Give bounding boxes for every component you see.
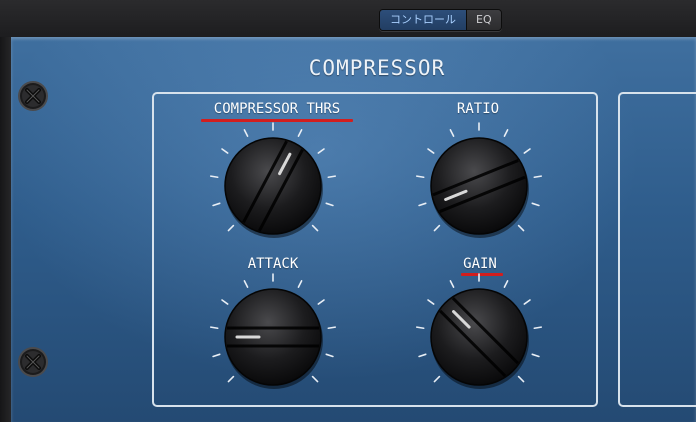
knob-tick	[209, 326, 219, 330]
attack-label: ATTACK	[247, 256, 299, 272]
gain-label: GAIN	[463, 256, 497, 272]
ratio-knob[interactable]	[414, 121, 544, 251]
ratio-label: RATIO	[456, 101, 500, 117]
screw-icon	[18, 347, 48, 377]
knob-tick	[415, 175, 425, 179]
knob-tick	[212, 202, 221, 207]
knob-tick	[533, 326, 543, 330]
knob-tick	[317, 299, 325, 305]
knob-tick	[327, 326, 337, 330]
knob-tick	[243, 280, 249, 288]
toolbar: コントロール EQ	[0, 0, 696, 38]
next-section-frame	[618, 92, 696, 407]
knob-tick	[311, 224, 319, 232]
knob-tick	[523, 148, 531, 154]
knob-tick	[517, 224, 525, 232]
knob-tick	[517, 375, 525, 383]
knob-tick	[449, 280, 455, 288]
knob-tick	[327, 175, 337, 179]
view-segmented-control: コントロール EQ	[379, 9, 502, 31]
tab-controls[interactable]: コントロール	[380, 10, 467, 30]
knob-tick	[433, 375, 441, 383]
knob-tick	[311, 375, 319, 383]
knob-tick	[531, 353, 540, 358]
knob-tick	[221, 148, 229, 154]
knob-tick	[297, 129, 303, 137]
knob-tick	[221, 299, 229, 305]
screw-icon	[18, 81, 48, 111]
tab-eq[interactable]: EQ	[467, 10, 501, 30]
compressor-thrs-knob[interactable]	[208, 121, 338, 251]
knob-tick	[227, 224, 235, 232]
left-edge	[0, 37, 11, 422]
knob-tick	[503, 129, 509, 137]
knob-tick	[418, 202, 427, 207]
knob-tick	[325, 353, 334, 358]
knob-tick	[523, 299, 531, 305]
knob-tick	[503, 280, 509, 288]
knob-tick	[533, 175, 543, 179]
knob-tick	[227, 375, 235, 383]
knob-tick	[415, 326, 425, 330]
knob-tick	[531, 202, 540, 207]
knob-tick	[418, 353, 427, 358]
compressor-thrs-label: COMPRESSOR THRS	[213, 101, 341, 117]
knob-tick	[209, 175, 219, 179]
knob-tick	[433, 224, 441, 232]
knob-tick	[325, 202, 334, 207]
plugin-title: COMPRESSOR	[308, 56, 446, 80]
attack-knob[interactable]	[208, 272, 338, 402]
knob-tick	[297, 280, 303, 288]
knob-tick	[427, 148, 435, 154]
knob-tick	[212, 353, 221, 358]
knob-tick	[427, 299, 435, 305]
knob-tick	[243, 129, 249, 137]
knob-tick	[449, 129, 455, 137]
gain-knob[interactable]	[414, 272, 544, 402]
knob-tick	[317, 148, 325, 154]
